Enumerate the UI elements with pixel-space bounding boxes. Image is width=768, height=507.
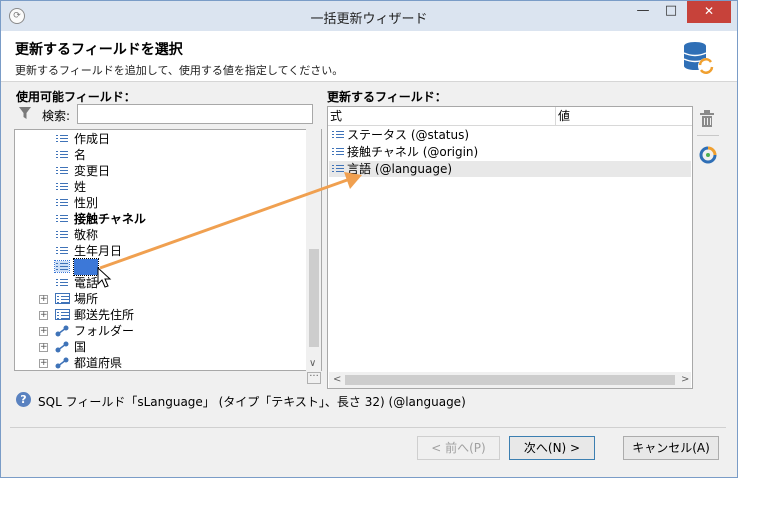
folder-field-icon [55,309,70,320]
tree-item-label: 都道府県 [74,356,123,370]
scroll-right-arrow[interactable]: > [681,374,689,385]
list-field-icon [55,149,69,160]
tree-item-label: 郵送先住所 [74,308,135,322]
header-divider [328,125,692,126]
list-field-icon [55,229,69,240]
expand-toggle[interactable]: + [39,295,48,304]
fields-to-update-label: 更新するフィールド： [327,90,447,104]
table-row[interactable]: 接触チャネル (@origin) [329,144,691,160]
list-field-icon [54,260,70,273]
tree-item-label: 生年月日 [74,244,123,258]
database-refresh-icon [683,42,714,74]
tree-item-label: 言語 [72,258,100,276]
field-expression: 接触チャネル (@origin) [347,145,479,159]
tree-item-label: 変更日 [74,164,111,178]
list-field-icon [55,277,69,288]
tree-item-label: 接触チャネル [74,212,146,226]
expand-toggle[interactable]: + [39,327,48,336]
search-input[interactable] [77,104,313,124]
list-field-icon [331,129,345,140]
tree-options-button[interactable]: ··· [307,372,321,384]
wizard-header: 更新するフィールドを選択 更新するフィールドを追加して、使用する値を指定してくだ… [1,31,737,82]
tree-item-label: 国 [74,340,87,354]
link-icon [55,325,69,337]
list-field-icon [55,133,69,144]
scroll-down-arrow[interactable]: ∨ [309,358,316,369]
scroll-left-arrow[interactable]: < [333,374,341,385]
trash-icon[interactable] [699,110,715,128]
folder-field-icon [55,293,70,304]
fields-to-update-table[interactable]: 式 値 ステータス (@status) 接触チャネル (@origin) 言語 (@… [327,106,693,389]
expand-toggle[interactable]: + [39,359,48,368]
tree-scroll-thumb[interactable] [309,249,319,347]
expand-toggle[interactable]: + [39,311,48,320]
search-label: 検索: [42,109,71,123]
table-row[interactable]: ステータス (@status) [329,127,691,143]
table-horizontal-scrollbar[interactable]: < > [329,372,691,388]
close-button[interactable]: ✕ [687,1,731,23]
expand-toggle[interactable]: + [39,343,48,352]
list-field-icon [55,197,69,208]
list-field-icon [331,163,345,174]
list-field-icon [55,165,69,176]
title-bar: ⟳ 一括更新ウィザード — □ ✕ [1,1,737,31]
column-header-value[interactable]: 値 [558,107,570,125]
window-title: 一括更新ウィザード [310,12,428,27]
tree-item-label: 名 [74,148,87,162]
tree-item-label: 場所 [74,292,99,306]
tree-item-label: 性別 [74,196,99,210]
previous-button[interactable]: < 前へ(P) [417,436,500,460]
maximize-button[interactable]: □ [657,1,685,23]
side-toolbar-divider [697,135,719,136]
add-formula-icon[interactable] [699,146,717,164]
link-icon [55,341,69,353]
tree-item-label: フォルダー [74,324,135,338]
filter-icon[interactable] [18,106,32,120]
page-subtitle: 更新するフィールドを追加して、使用する値を指定してください。 [15,64,344,77]
available-fields-tree[interactable]: 作成日名変更日姓性別接触チャネル 敬称生年月日 言語 電話 + 場所 + 郵送先住所 + フォルダ… [14,129,322,371]
tree-item-label: 姓 [74,180,87,194]
next-button[interactable]: 次へ(N) > [509,436,595,460]
link-icon [55,357,69,369]
available-fields-label: 使用可能フィールド： [16,90,136,104]
list-field-icon [55,245,69,256]
page-title: 更新するフィールドを選択 [15,42,183,58]
cancel-button[interactable]: キャンセル(A) [623,436,719,460]
tree-item-label: 敬称 [74,228,99,242]
list-field-icon [55,213,69,224]
table-scroll-thumb[interactable] [345,375,675,385]
field-expression: ステータス (@status) [347,128,470,142]
column-divider[interactable] [555,107,556,125]
footer-separator [10,427,726,428]
status-description: SQL フィールド「sLanguage」 (タイプ「テキスト」、長さ 32) (… [38,395,466,409]
field-expression: 言語 (@language) [347,162,453,176]
list-field-icon [331,146,345,157]
minimize-button[interactable]: — [629,1,657,23]
column-header-expression[interactable]: 式 [330,107,342,125]
list-field-icon [55,181,69,192]
table-row[interactable]: 言語 (@language) [329,161,691,177]
help-icon: ? [16,392,31,407]
tree-item-label: 作成日 [74,132,111,146]
tree-vertical-scrollbar[interactable]: ∨ [306,129,321,371]
tree-item-label: 電話 [74,276,99,290]
